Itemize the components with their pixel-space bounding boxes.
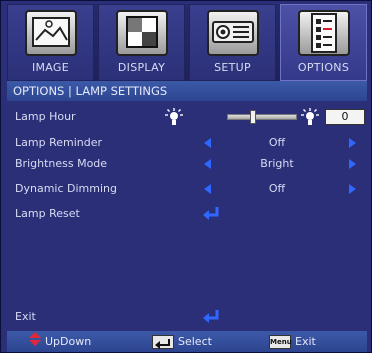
menu-key-icon: Menu [269,335,292,349]
help-bar: UpDown Select Menu Exit [7,331,367,352]
lamp-reminder-value: Off [268,136,286,149]
lamp-hour-value: 0 [325,109,365,125]
right-arrow-icon[interactable] [349,184,356,194]
help-exit-label: Exit [295,335,316,348]
menu-row-lamp-reminder[interactable]: Lamp Reminder Off [7,133,367,153]
display-icon [116,10,168,56]
enter-key-icon [152,335,174,349]
menu-row-exit[interactable]: Exit [7,307,367,327]
setup-icon [207,10,259,56]
lamp-hour-slider[interactable] [227,114,297,120]
right-arrow-icon[interactable] [349,138,356,148]
sun-dim-icon [165,108,183,126]
tab-image[interactable]: IMAGE [7,4,94,81]
menu-row-brightness-mode[interactable]: Brightness Mode Bright [7,154,367,174]
brightness-mode-value: Bright [260,157,294,170]
tab-display-label: DISPLAY [117,61,166,74]
updown-icon [29,331,41,353]
left-arrow-icon[interactable] [204,138,211,148]
exit-label: Exit [15,310,36,323]
dynamic-dimming-label: Dynamic Dimming [15,182,117,195]
tab-options[interactable]: OPTIONS [280,4,367,81]
brightness-mode-label: Brightness Mode [15,157,108,170]
enter-icon[interactable] [203,207,219,221]
options-icon [298,10,350,56]
tab-options-label: OPTIONS [297,61,350,74]
right-arrow-icon[interactable] [349,159,356,169]
help-select-label: Select [178,335,212,348]
tab-setup-label: SETUP [214,61,251,74]
lamp-hour-label: Lamp Hour [15,110,76,123]
menu-row-lamp-reset[interactable]: Lamp Reset [7,204,367,224]
osd-menu: IMAGE DISPLAY SETUP OPTIONS OPTIONS | LA… [0,0,372,353]
menu-row-dynamic-dimming[interactable]: Dynamic Dimming Off [7,179,367,199]
tab-image-label: IMAGE [31,61,70,74]
help-updown: UpDown [29,331,91,352]
left-arrow-icon[interactable] [204,159,211,169]
enter-icon[interactable] [203,310,219,324]
tab-bar: IMAGE DISPLAY SETUP OPTIONS [7,4,367,81]
section-title: OPTIONS | LAMP SETTINGS [7,81,367,101]
lamp-reset-label: Lamp Reset [15,207,80,220]
image-icon [25,10,77,56]
sun-bright-icon [301,108,319,126]
dynamic-dimming-value: Off [268,182,286,195]
help-select: Select [152,331,212,352]
lamp-hour-slider-knob[interactable] [250,110,257,124]
help-exit: Menu Exit [269,331,316,352]
help-updown-label: UpDown [45,335,92,348]
menu-row-lamp-hour[interactable]: Lamp Hour 0 [7,107,367,127]
tab-display[interactable]: DISPLAY [98,4,185,81]
left-arrow-icon[interactable] [204,184,211,194]
tab-setup[interactable]: SETUP [189,4,276,81]
lamp-reminder-label: Lamp Reminder [15,136,102,149]
